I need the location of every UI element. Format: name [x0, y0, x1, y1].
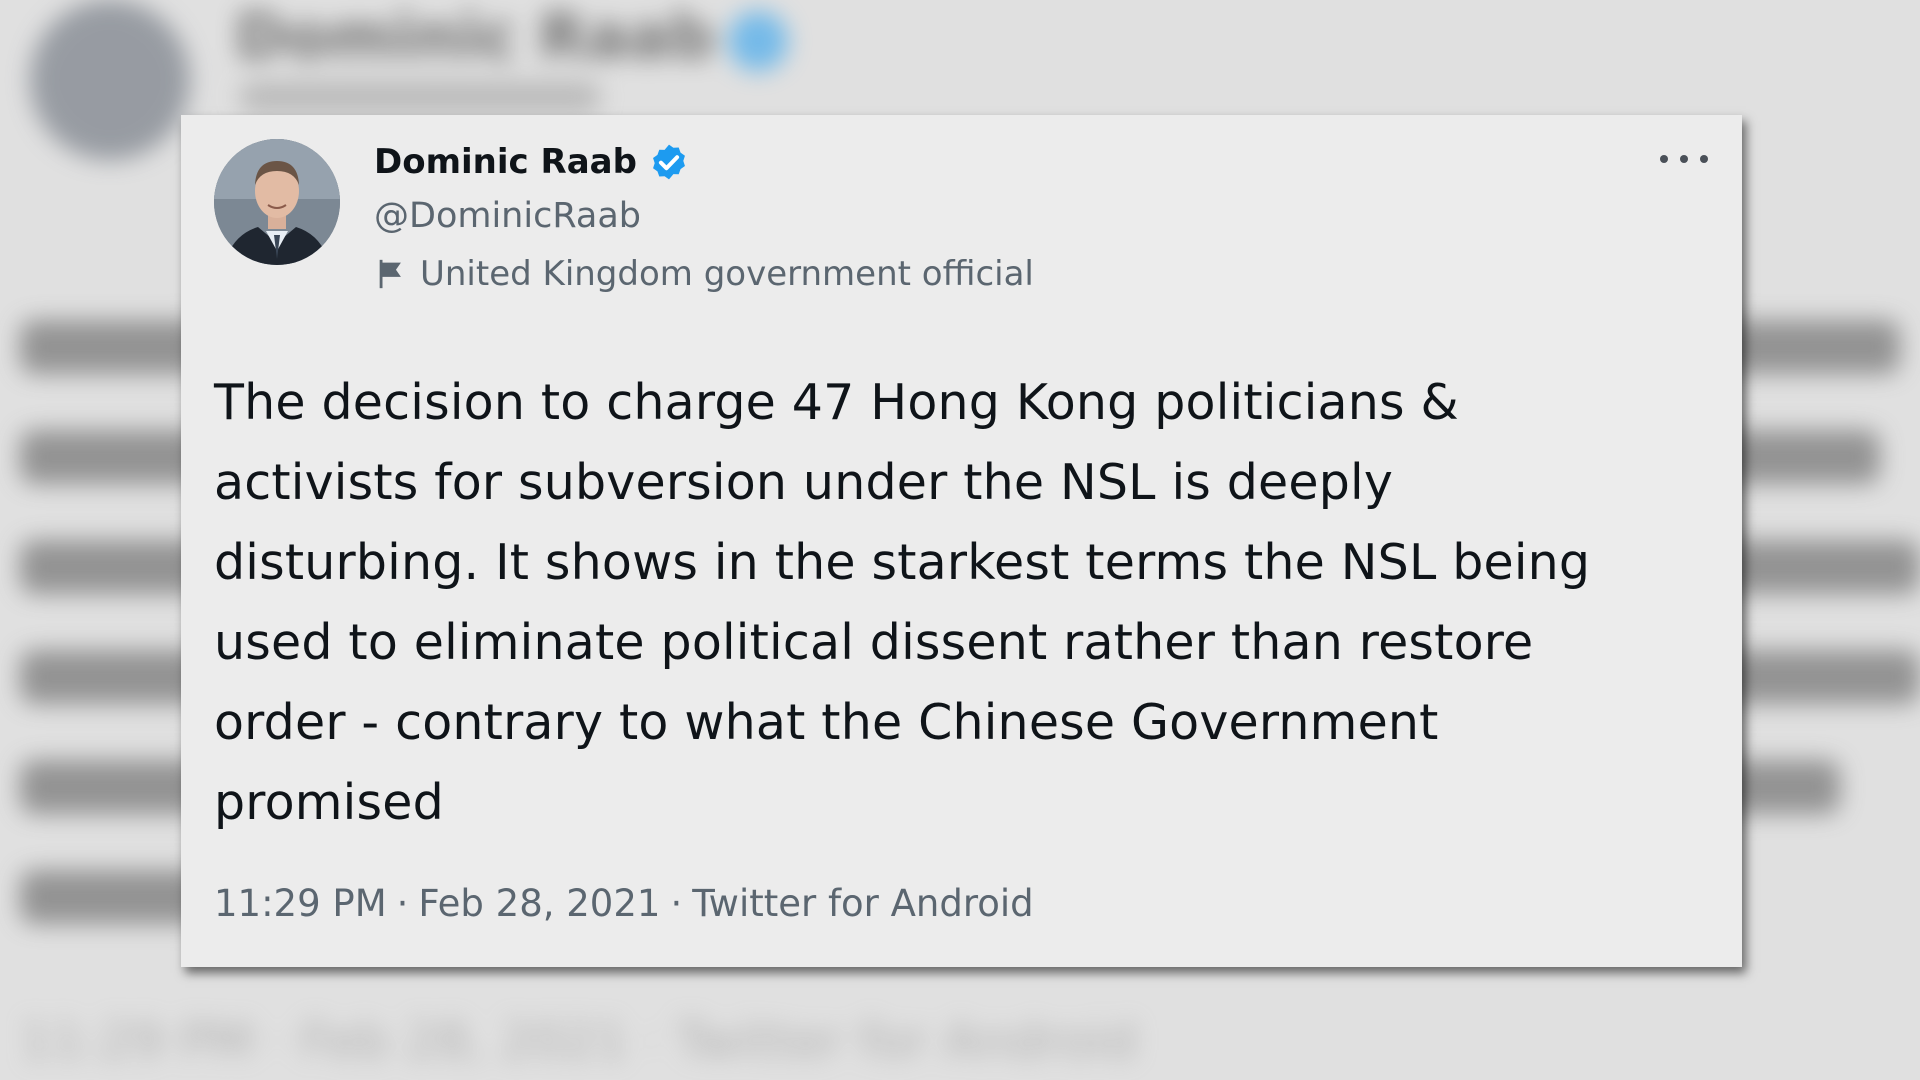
video-frame: Dominic Raab 11:29 PM · Feb 28, 2021 · T… — [0, 0, 1920, 1080]
tweet-text-line: activists for subversion under the NSL i… — [214, 454, 1394, 511]
meta-separator: · — [670, 882, 683, 925]
user-handle[interactable]: @DominicRaab — [374, 196, 641, 236]
tweet-time[interactable]: 11:29 PM — [214, 882, 387, 925]
avatar[interactable] — [214, 139, 340, 265]
display-name[interactable]: Dominic Raab — [374, 142, 637, 182]
background-footer: 11:29 PM · Feb 28, 2021 · Twitter for An… — [20, 1012, 1138, 1070]
meta-separator: · — [396, 882, 409, 925]
background-avatar — [30, 0, 190, 160]
tweet-text-line: order - contrary to what the Chinese Gov… — [214, 694, 1439, 751]
tweet-date[interactable]: Feb 28, 2021 — [418, 882, 660, 925]
tweet-text-line: used to eliminate political dissent rath… — [214, 614, 1534, 671]
flag-icon — [374, 257, 408, 291]
account-label-text: United Kingdom government official — [420, 254, 1034, 294]
background-verified-icon — [728, 10, 789, 71]
more-horizontal-icon — [1660, 155, 1668, 163]
background-name: Dominic Raab — [235, 0, 789, 73]
more-options-button[interactable] — [1660, 143, 1708, 175]
tweet-text: The decision to charge 47 Hong Kong poli… — [214, 363, 1724, 843]
more-horizontal-icon — [1700, 155, 1708, 163]
background-handle — [240, 82, 600, 112]
tweet-text-line: promised — [214, 774, 444, 831]
avatar-image — [214, 139, 340, 265]
account-label: United Kingdom government official — [374, 254, 1034, 294]
name-row: Dominic Raab — [374, 140, 691, 184]
tweet-source[interactable]: Twitter for Android — [692, 882, 1033, 925]
tweet-meta: 11:29 PM · Feb 28, 2021 · Twitter for An… — [214, 882, 1034, 925]
tweet-card: Dominic Raab @DominicRaab United Kingdom… — [181, 115, 1742, 967]
verified-badge-icon — [647, 140, 691, 184]
tweet-text-line: The decision to charge 47 Hong Kong poli… — [214, 374, 1459, 431]
more-horizontal-icon — [1680, 155, 1688, 163]
tweet-text-line: disturbing. It shows in the starkest ter… — [214, 534, 1591, 591]
